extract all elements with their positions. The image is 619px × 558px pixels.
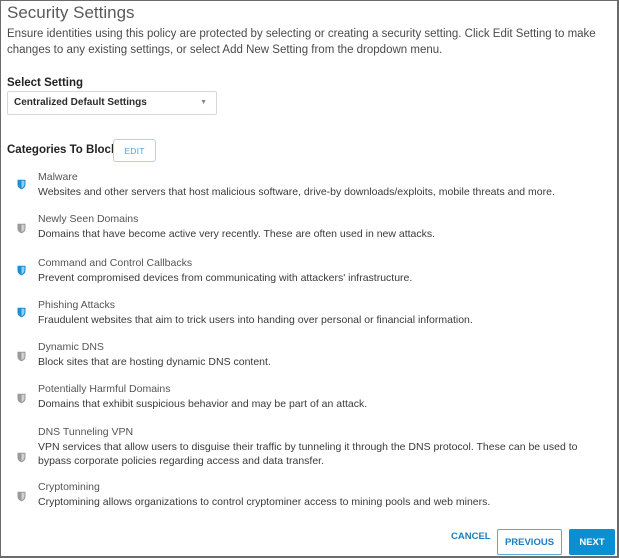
setting-dropdown-value: Centralized Default Settings	[14, 97, 147, 108]
category-name: Dynamic DNS	[38, 341, 104, 353]
caret-down-icon: ▼	[200, 99, 207, 106]
shield-icon	[17, 489, 26, 502]
next-button[interactable]: NEXT	[569, 529, 615, 555]
page-title: Security Settings	[7, 3, 135, 22]
category-name: Phishing Attacks	[38, 299, 116, 311]
category-description: Prevent compromised devices from communi…	[38, 272, 413, 284]
shield-icon	[17, 263, 26, 276]
shield-icon	[17, 177, 26, 190]
select-setting-label: Select Setting	[7, 77, 84, 89]
category-description: Domains that have become active very rec…	[38, 228, 436, 240]
category-description: Cryptomining allows organizations to con…	[38, 496, 491, 508]
category-description: Fraudulent websites that aim to trick us…	[38, 314, 473, 326]
category-description: VPN services that allow users to disguis…	[38, 441, 578, 467]
category-name: Potentially Harmful Domains	[38, 383, 171, 395]
category-description: Websites and other servers that host mal…	[38, 186, 555, 198]
setting-dropdown[interactable]: Centralized Default Settings ▼	[7, 91, 217, 115]
categories-to-block-label: Categories To Block	[7, 144, 118, 156]
category-description: Block sites that are hosting dynamic DNS…	[38, 356, 271, 368]
category-name: DNS Tunneling VPN	[38, 426, 134, 438]
security-settings-panel: Security Settings Ensure identities usin…	[0, 0, 619, 558]
category-name: Malware	[38, 171, 78, 183]
cancel-button[interactable]: CANCEL	[451, 531, 491, 542]
category-name: Cryptomining	[38, 481, 100, 493]
category-description: Domains that exhibit suspicious behavior…	[38, 398, 368, 410]
edit-button[interactable]: EDIT	[113, 139, 156, 162]
previous-button[interactable]: PREVIOUS	[497, 529, 562, 555]
category-name: Newly Seen Domains	[38, 213, 139, 225]
intro-text: Ensure identities using this policy are …	[7, 28, 596, 56]
shield-icon	[17, 305, 26, 318]
shield-icon	[17, 349, 26, 362]
shield-icon	[17, 221, 26, 234]
shield-icon	[17, 391, 26, 404]
category-name: Command and Control Callbacks	[38, 257, 193, 269]
shield-icon	[17, 450, 26, 463]
